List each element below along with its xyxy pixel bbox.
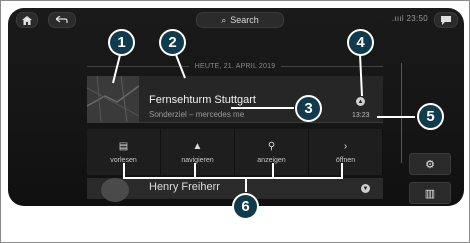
callout-badge: 1 bbox=[108, 29, 135, 56]
figure-frame: ⌕ Search .ıııl 23:50 HEUTE, 21. APRIL 20… bbox=[0, 0, 470, 243]
callout-badge: 4 bbox=[347, 29, 374, 56]
callout-badge: 6 bbox=[232, 193, 259, 220]
callout-badge: 2 bbox=[159, 29, 186, 56]
callout-badge: 5 bbox=[417, 103, 444, 130]
callout-badge: 3 bbox=[295, 95, 322, 122]
